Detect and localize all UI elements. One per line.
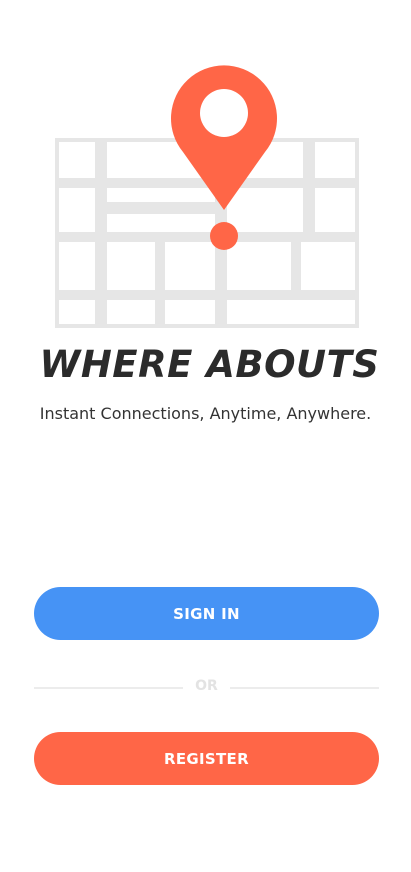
or-divider: OR [34,677,379,697]
app-tagline: Instant Connections, Anytime, Anywhere. [39,404,372,423]
map-pin-logo-icon [55,65,359,328]
register-button[interactable]: REGISTER [34,732,379,785]
register-button-label: REGISTER [164,749,249,768]
sign-in-button[interactable]: SIGN IN [34,587,379,640]
app-title: WHERE ABOUTS [39,343,380,386]
sign-in-button-label: SIGN IN [173,604,240,623]
divider-line-right [230,687,379,689]
welcome-screen: WHERE ABOUTS Instant Connections, Anytim… [0,0,411,872]
divider-label: OR [195,678,218,694]
